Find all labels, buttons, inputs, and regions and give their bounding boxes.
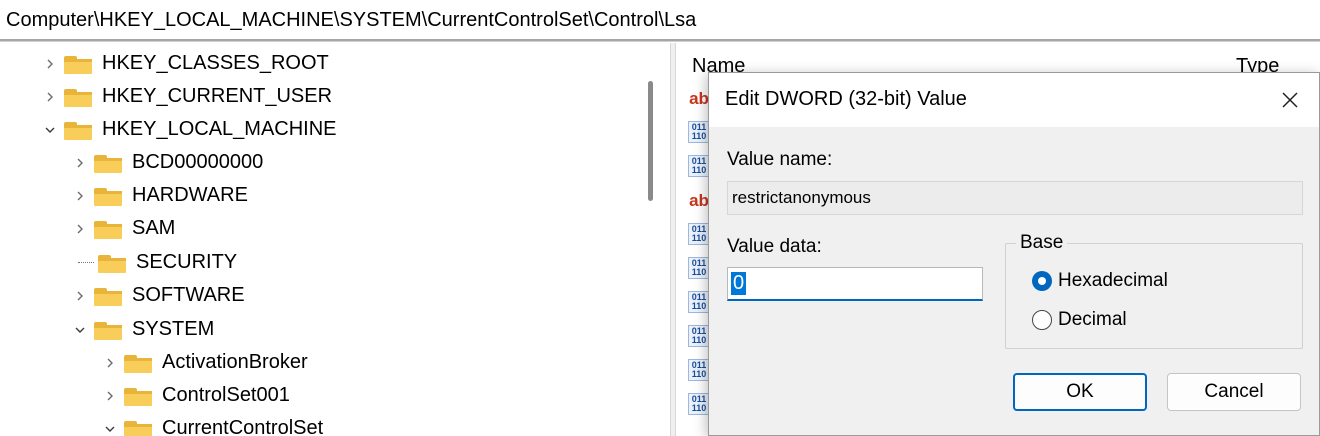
radio-decimal-label: Decimal — [1058, 309, 1127, 330]
binary-value-icon: 011 110 — [688, 393, 710, 415]
folder-icon — [64, 54, 92, 74]
tree-item-hardware[interactable]: HARDWARE — [70, 179, 248, 212]
binary-value-icon: 011 110 — [688, 291, 710, 313]
tree-item-label: HKEY_CLASSES_ROOT — [102, 52, 329, 74]
value-name-field: restrictanonymous — [727, 181, 1303, 215]
string-value-icon: ab — [689, 190, 709, 210]
chevron-down-icon[interactable] — [100, 419, 120, 436]
folder-icon — [64, 87, 92, 107]
tree-item-software[interactable]: SOFTWARE — [70, 279, 245, 312]
address-bar[interactable]: Computer\HKEY_LOCAL_MACHINE\SYSTEM\Curre… — [0, 0, 1320, 42]
tree-item-label: SAM — [132, 217, 176, 239]
tree-item-label: HARDWARE — [132, 184, 248, 206]
tree-item-security[interactable]: SECURITY — [74, 246, 237, 279]
value-name-label: Value name: — [727, 149, 833, 170]
folder-icon — [124, 419, 152, 436]
tree-item-label: SECURITY — [136, 251, 238, 273]
tree-item-label: SOFTWARE — [132, 284, 245, 306]
value-data-text: 0 — [731, 272, 747, 295]
string-value-icon: ab — [689, 88, 709, 108]
registry-tree: HKEY_CLASSES_ROOT HKEY_CURRENT_USER HKEY… — [0, 43, 668, 436]
dialog-title: Edit DWORD (32-bit) Value — [725, 88, 967, 110]
value-name-text: restrictanonymous — [732, 188, 871, 207]
tree-item-hkcu[interactable]: HKEY_CURRENT_USER — [40, 80, 332, 113]
tree-item-label: HKEY_LOCAL_MACHINE — [102, 118, 337, 140]
tree-item-label: HKEY_CURRENT_USER — [102, 85, 333, 107]
chevron-right-icon[interactable] — [100, 353, 120, 373]
tree-item-hkcr[interactable]: HKEY_CLASSES_ROOT — [40, 47, 329, 80]
tree-item-label: BCD00000000 — [132, 151, 264, 173]
radio-checked-icon[interactable] — [1032, 271, 1052, 291]
close-icon — [1282, 92, 1298, 108]
tree-scrollbar[interactable] — [648, 81, 653, 201]
cancel-button[interactable]: Cancel — [1167, 373, 1301, 411]
folder-icon — [94, 186, 122, 206]
chevron-right-icon[interactable] — [100, 386, 120, 406]
tree-item-label: ActivationBroker — [162, 351, 308, 373]
tree-item-controlset001[interactable]: ControlSet001 — [100, 379, 290, 412]
base-label: Base — [1016, 232, 1068, 254]
radio-unchecked-icon[interactable] — [1032, 310, 1052, 330]
chevron-right-icon[interactable] — [70, 219, 90, 239]
folder-icon — [98, 253, 126, 273]
chevron-down-icon[interactable] — [40, 120, 60, 140]
binary-value-icon: 011 110 — [688, 359, 710, 381]
tree-item-hklm[interactable]: HKEY_LOCAL_MACHINE — [40, 113, 337, 146]
tree-item-label: CurrentControlSet — [162, 417, 324, 436]
chevron-right-icon[interactable] — [40, 87, 60, 107]
radio-decimal[interactable]: Decimal — [1032, 309, 1127, 331]
folder-icon — [94, 286, 122, 306]
tree-item-current-control-set[interactable]: CurrentControlSet — [100, 412, 323, 436]
chevron-right-icon[interactable] — [70, 286, 90, 306]
radio-hexadecimal-label: Hexadecimal — [1058, 270, 1168, 291]
value-data-label: Value data: — [727, 236, 822, 257]
binary-value-icon: 011 110 — [688, 325, 710, 347]
folder-icon — [124, 386, 152, 406]
chevron-right-icon[interactable] — [40, 54, 60, 74]
radio-hexadecimal[interactable]: Hexadecimal — [1032, 270, 1168, 292]
tree-item-system[interactable]: SYSTEM — [70, 313, 214, 346]
chevron-right-icon[interactable] — [70, 186, 90, 206]
folder-icon — [94, 153, 122, 173]
folder-icon — [94, 219, 122, 239]
folder-icon — [124, 353, 152, 373]
dialog-titlebar[interactable]: Edit DWORD (32-bit) Value — [709, 73, 1319, 127]
tree-item-label: ControlSet001 — [162, 384, 290, 406]
binary-value-icon: 011 110 — [688, 223, 710, 245]
close-button[interactable] — [1273, 83, 1307, 117]
binary-value-icon: 011 110 — [688, 257, 710, 279]
base-groupbox: Base Hexadecimal Decimal — [1005, 232, 1303, 349]
value-data-input[interactable]: 0 — [727, 267, 983, 301]
tree-item-bcd[interactable]: BCD00000000 — [70, 146, 263, 179]
binary-value-icon: 011 110 — [688, 155, 710, 177]
chevron-right-icon[interactable] — [70, 153, 90, 173]
address-path: Computer\HKEY_LOCAL_MACHINE\SYSTEM\Curre… — [6, 9, 697, 31]
ok-button[interactable]: OK — [1013, 373, 1147, 411]
chevron-down-icon[interactable] — [70, 320, 90, 340]
tree-item-activation-broker[interactable]: ActivationBroker — [100, 346, 308, 379]
tree-item-sam[interactable]: SAM — [70, 212, 175, 245]
folder-icon — [64, 120, 92, 140]
edit-dword-dialog: Edit DWORD (32-bit) Value Value name: re… — [708, 72, 1320, 436]
folder-icon — [94, 320, 122, 340]
binary-value-icon: 011 110 — [688, 121, 710, 143]
tree-item-label: SYSTEM — [132, 318, 215, 340]
tree-connector — [78, 262, 94, 263]
